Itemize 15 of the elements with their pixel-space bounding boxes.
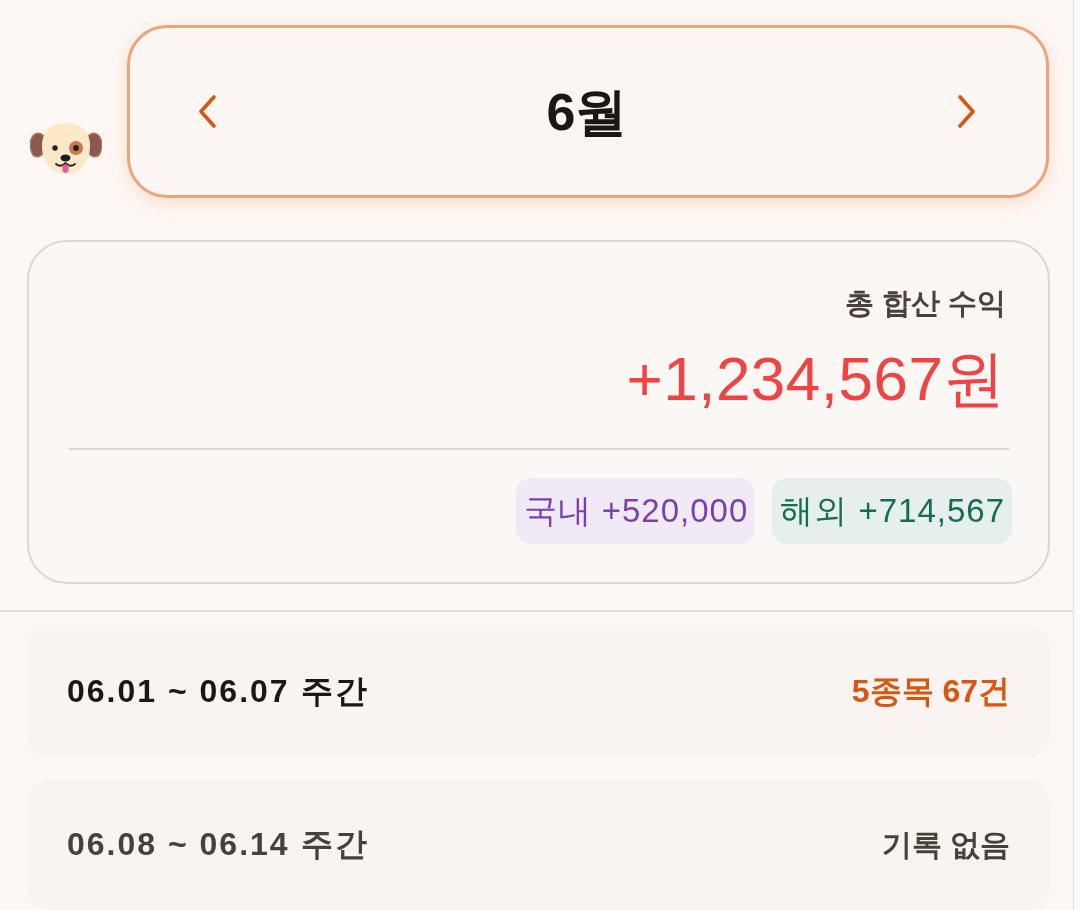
week-summary: 5종목 67건 (851, 671, 1010, 711)
chevron-left-icon (198, 94, 217, 129)
week-range: 06.01 ~ 06.07 주간 (67, 671, 369, 711)
total-profit-label: 총 합산 수익 (844, 286, 1006, 321)
week-row[interactable]: 06.01 ~ 06.07 주간 5종목 67건 (27, 625, 1050, 758)
previous-month-button[interactable] (198, 94, 217, 129)
next-month-button[interactable] (957, 94, 976, 129)
chevron-right-icon (957, 94, 976, 129)
market-profit-tag: 해외 +714,567 (772, 478, 1012, 545)
month-title: 6월 (546, 85, 628, 138)
week-summary: 기록 없음 (881, 826, 1010, 863)
market-profit-tag: 국내 +520,000 (515, 478, 756, 545)
week-row[interactable]: 06.08 ~ 06.14 주간 기록 없음 (27, 780, 1050, 910)
total-profit-amount: +1,234,567원 (626, 342, 1006, 415)
week-range: 06.08 ~ 06.14 주간 (67, 825, 369, 864)
